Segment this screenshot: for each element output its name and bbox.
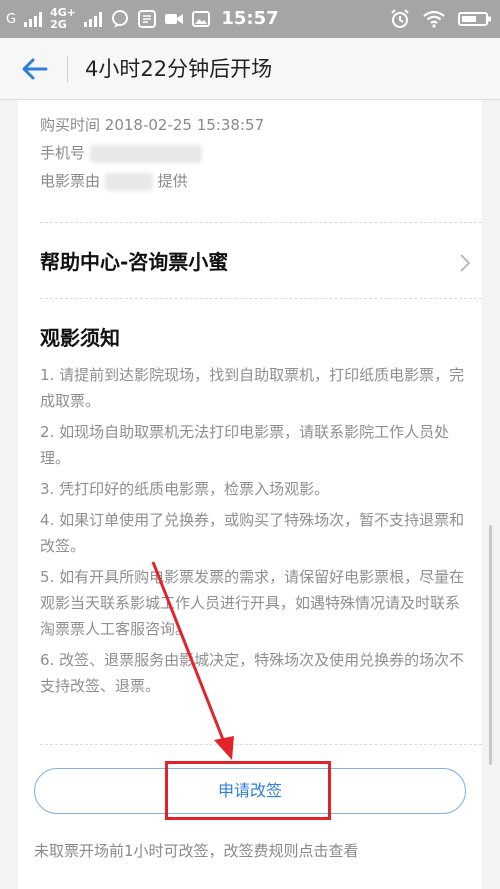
header-divider xyxy=(67,56,68,83)
status-bar: G 4G+ 2G 15:57 xyxy=(0,0,500,38)
change-rule-link[interactable]: 未取票开场前1小时可改签，改签费规则点击查看 xyxy=(34,840,359,861)
wifi-icon xyxy=(423,10,445,28)
annotation-highlight-box xyxy=(165,761,331,820)
purchase-time-label: 购买时间 xyxy=(40,116,101,134)
nav-header: 4小时22分钟后开场 xyxy=(0,38,500,100)
provider-prefix: 电影票由 xyxy=(40,172,101,190)
notice-rule: 6. 改签、退票服务由影城决定，特殊场次及使用兑换券的场次不支持改签、退票。 xyxy=(40,651,465,695)
alarm-icon xyxy=(391,9,409,28)
phone-label: 手机号 xyxy=(40,144,86,162)
notice-rule: 4. 如果订单使用了兑换券，或购买了特殊场次，暂不支持退票和改签。 xyxy=(40,511,465,555)
section-divider xyxy=(40,222,482,223)
section-divider xyxy=(40,744,482,745)
provider-name-redacted xyxy=(104,172,153,191)
notice-rule: 2. 如现场自助取票机无法打印电影票，请联系影院工作人员处理。 xyxy=(40,423,450,467)
section-divider xyxy=(40,298,482,299)
page-title: 4小时22分钟后开场 xyxy=(85,57,273,81)
notice-rules: 1. 请提前到达影院现场，找到自助取票机，打印纸质电影票，完成取票。 2. 如现… xyxy=(40,362,468,704)
notice-rule: 1. 请提前到达影院现场，找到自助取票机，打印纸质电影票，完成取票。 xyxy=(40,366,465,410)
notice-title: 观影须知 xyxy=(40,326,120,350)
help-center-label: 帮助中心-咨询票小蜜 xyxy=(40,250,229,274)
scrollbar[interactable] xyxy=(489,525,492,765)
notice-rule: 5. 如有开具所购电影票发票的需求，请保留好电影票根，尽量在观影当天联系影城工作… xyxy=(40,568,465,638)
back-arrow-icon[interactable] xyxy=(20,54,50,84)
phone-number-redacted xyxy=(89,144,202,163)
provider-suffix: 提供 xyxy=(157,172,188,190)
provider-row: 电影票由 提供 xyxy=(40,170,188,191)
chevron-right-icon xyxy=(460,254,471,272)
purchase-time-row: 购买时间 2018-02-25 15:38:57 xyxy=(40,114,264,135)
phone-row: 手机号 xyxy=(40,142,202,163)
notice-rule: 3. 凭打印好的纸质电影票，检票入场观影。 xyxy=(40,480,330,498)
purchase-time-value: 2018-02-25 15:38:57 xyxy=(104,116,265,134)
status-right xyxy=(390,0,492,38)
battery-icon xyxy=(458,12,491,26)
help-center-link[interactable]: 帮助中心-咨询票小蜜 xyxy=(40,240,480,284)
